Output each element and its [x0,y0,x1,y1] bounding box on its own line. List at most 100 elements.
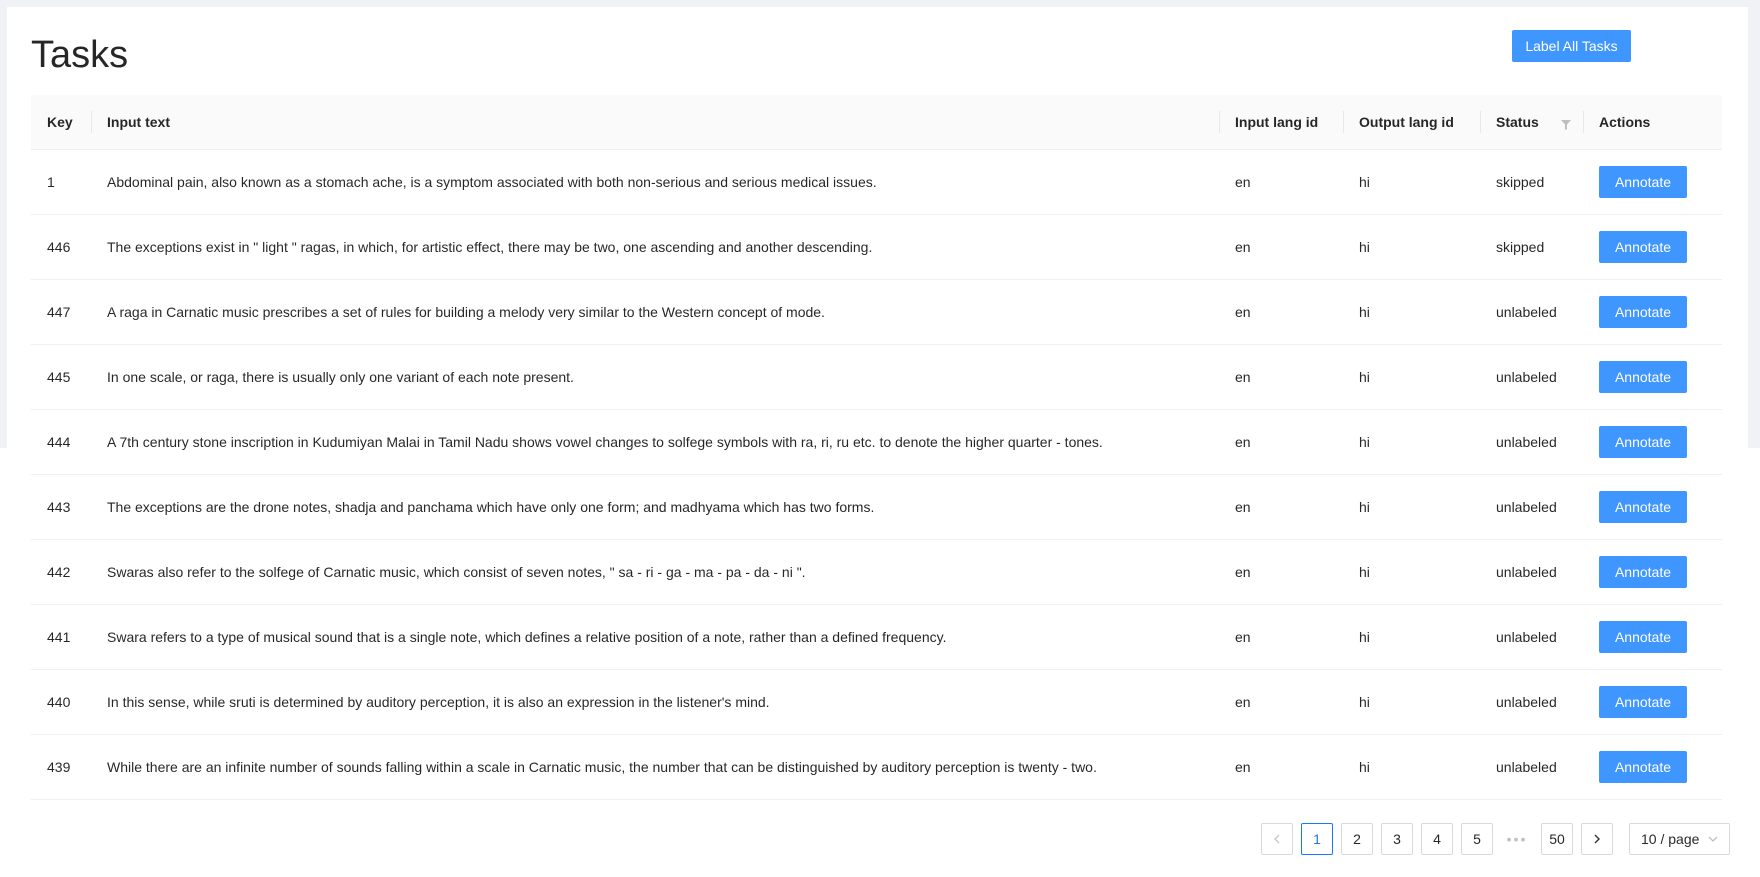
page-2[interactable]: 2 [1341,823,1373,855]
cell-actions: Annotate [1583,166,1722,198]
page-last[interactable]: 50 [1541,823,1573,855]
cell-input-text: The exceptions are the drone notes, shad… [107,499,875,515]
table-row: 1 Abdominal pain, also known as a stomach… [31,150,1722,215]
cell-output-lang: hi [1359,564,1370,580]
annotate-button[interactable]: Annotate [1599,621,1687,653]
cell-actions: Annotate [1583,556,1722,588]
table-row: 447 A raga in Carnatic music prescribes a… [31,280,1722,345]
pagination-ellipsis[interactable]: ••• [1501,823,1533,855]
cell-input-lang: en [1235,564,1251,580]
annotate-button[interactable]: Annotate [1599,426,1687,458]
cell-key: 441 [47,629,71,645]
cell-output-lang: hi [1359,434,1370,450]
table-row: 446 The exceptions exist in " light " rag… [31,215,1722,280]
cell-status: unlabeled [1496,759,1557,775]
chevron-down-icon [1708,836,1718,842]
cell-output-lang: hi [1359,304,1370,320]
cell-key: 444 [47,434,71,450]
tasks-card: Tasks Label All Tasks Key Input text Inp… [7,7,1748,877]
chevron-left-icon [1274,834,1280,844]
cell-actions: Annotate [1583,491,1722,523]
table-header: Key Input text Input lang id Output lang… [31,95,1722,150]
table-row: 440 In this sense, while sruti is determi… [31,670,1722,735]
column-header-key: Key [47,114,73,130]
cell-status: unlabeled [1496,304,1557,320]
cell-status: skipped [1496,239,1545,255]
column-header-status: Status [1480,95,1583,149]
cell-actions: Annotate [1583,426,1722,458]
cell-input-lang: en [1235,759,1251,775]
page-size-value: 10 / page [1641,831,1700,847]
cell-status: unlabeled [1496,499,1557,515]
page-5[interactable]: 5 [1461,823,1493,855]
annotate-button[interactable]: Annotate [1599,491,1687,523]
cell-status: unlabeled [1496,369,1557,385]
cell-input-lang: en [1235,304,1251,320]
column-header-input-text: Input text [91,95,1219,149]
table-row: 443 The exceptions are the drone notes, s… [31,475,1722,540]
page-3[interactable]: 3 [1381,823,1413,855]
cell-key: 1 [47,174,55,190]
cell-key: 439 [47,759,71,775]
cell-input-lang: en [1235,239,1251,255]
cell-key: 443 [47,499,71,515]
label-all-tasks-button[interactable]: Label All Tasks [1512,30,1631,62]
cell-actions: Annotate [1583,686,1722,718]
chevron-right-icon [1594,834,1600,844]
cell-output-lang: hi [1359,239,1370,255]
cell-status: unlabeled [1496,629,1557,645]
cell-actions: Annotate [1583,621,1722,653]
filter-icon[interactable] [1561,117,1571,130]
cell-input-lang: en [1235,694,1251,710]
cell-input-text: While there are an infinite number of so… [107,759,1097,775]
cell-input-lang: en [1235,174,1251,190]
cell-input-lang: en [1235,499,1251,515]
annotate-button[interactable]: Annotate [1599,296,1687,328]
page-1[interactable]: 1 [1301,823,1333,855]
annotate-button[interactable]: Annotate [1599,166,1687,198]
cell-input-text: Swaras also refer to the solfege of Carn… [107,564,806,580]
table-row: 442 Swaras also refer to the solfege of C… [31,540,1722,605]
cell-actions: Annotate [1583,231,1722,263]
tasks-table: Key Input text Input lang id Output lang… [31,95,1722,800]
cell-status: unlabeled [1496,434,1557,450]
cell-actions: Annotate [1583,361,1722,393]
cell-input-lang: en [1235,434,1251,450]
column-header-output-lang: Output lang id [1343,95,1480,149]
cell-input-text: A raga in Carnatic music prescribes a se… [107,304,825,320]
annotate-button[interactable]: Annotate [1599,231,1687,263]
cell-input-text: A 7th century stone inscription in Kudum… [107,434,1103,450]
page-title: Tasks [31,34,129,76]
prev-page-button[interactable] [1261,823,1293,855]
next-page-button[interactable] [1581,823,1613,855]
cell-actions: Annotate [1583,751,1722,783]
column-header-status-label: Status [1496,114,1539,130]
pagination: 12345 ••• 50 10 / page [1261,823,1730,855]
cell-input-text: Abdominal pain, also known as a stomach … [107,174,877,190]
annotate-button[interactable]: Annotate [1599,686,1687,718]
column-header-actions: Actions [1583,95,1722,149]
cell-status: unlabeled [1496,694,1557,710]
annotate-button[interactable]: Annotate [1599,361,1687,393]
cell-actions: Annotate [1583,296,1722,328]
page-4[interactable]: 4 [1421,823,1453,855]
cell-output-lang: hi [1359,499,1370,515]
annotate-button[interactable]: Annotate [1599,751,1687,783]
cell-status: unlabeled [1496,564,1557,580]
column-header-input-lang: Input lang id [1219,95,1343,149]
cell-input-text: The exceptions exist in " light " ragas,… [107,239,873,255]
cell-input-lang: en [1235,629,1251,645]
cell-key: 446 [47,239,71,255]
cell-key: 442 [47,564,71,580]
annotate-button[interactable]: Annotate [1599,556,1687,588]
cell-key: 440 [47,694,71,710]
table-body: 1 Abdominal pain, also known as a stomach… [31,150,1722,800]
cell-output-lang: hi [1359,369,1370,385]
page-list: 12345 [1301,823,1501,855]
cell-status: skipped [1496,174,1545,190]
cell-output-lang: hi [1359,759,1370,775]
cell-output-lang: hi [1359,629,1370,645]
table-row: 439 While there are an infinite number of… [31,735,1722,800]
page-size-select[interactable]: 10 / page [1629,823,1730,855]
cell-input-text: In this sense, while sruti is determined… [107,694,770,710]
